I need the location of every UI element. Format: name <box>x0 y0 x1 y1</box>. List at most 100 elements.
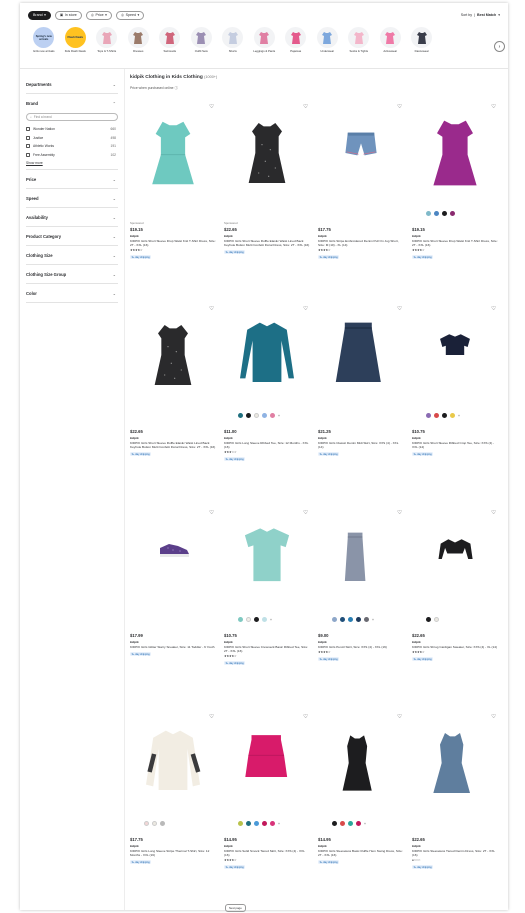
color-swatch[interactable] <box>348 821 353 826</box>
facet-item[interactable]: Color ⌄ <box>26 284 118 303</box>
color-swatch[interactable] <box>332 617 337 622</box>
facet-brand[interactable]: Brand ⌃ <box>26 94 118 113</box>
color-swatch[interactable] <box>254 413 259 418</box>
category-item[interactable]: Dancewear <box>406 27 438 63</box>
product-card[interactable]: ♡ Sponsored $22.65 kidpik KIDPIK Girls Short… <box>224 104 310 304</box>
product-image[interactable] <box>412 516 498 602</box>
color-swatch[interactable] <box>246 821 251 826</box>
color-swatch[interactable] <box>426 211 431 216</box>
product-title[interactable]: KIDPIK Girls Classic Denim Midi Skirt, S… <box>318 441 404 449</box>
product-card[interactable]: ♡ $17.75 kidpik KIDPIK Girls Stripe Embroid… <box>318 104 404 304</box>
product-image[interactable] <box>412 312 498 398</box>
more-colors-indicator[interactable]: + <box>372 618 374 622</box>
product-image[interactable] <box>224 720 310 806</box>
product-card[interactable]: ♡ + $14.95 kidpik KIDPIK Girls Solid Smock T… <box>224 714 310 913</box>
color-swatch[interactable] <box>348 617 353 622</box>
product-card[interactable]: ♡ $17.99 kidpik KIDPIK Girls Glitter Starry… <box>130 510 216 710</box>
product-title[interactable]: KIDPIK Girls Short Sleeve Ribbed Crop Te… <box>412 441 498 449</box>
category-item[interactable]: Flash Deals Kids Flash Deals <box>60 27 92 63</box>
color-swatch[interactable] <box>434 413 439 418</box>
color-swatch[interactable] <box>254 617 259 622</box>
product-image[interactable] <box>130 312 216 398</box>
product-title[interactable]: KIDPIK Girls Short Sleeve Crewneck Basic… <box>224 645 310 653</box>
more-colors-indicator[interactable]: + <box>458 414 460 418</box>
facet-item[interactable]: Product Category ⌄ <box>26 227 118 246</box>
color-swatch[interactable] <box>270 821 275 826</box>
category-item[interactable]: Leggings & Pants <box>249 27 281 63</box>
color-swatch[interactable] <box>262 617 267 622</box>
facet-item[interactable]: Speed ⌄ <box>26 189 118 208</box>
show-more-link[interactable]: Show more <box>26 161 118 165</box>
color-swatch[interactable] <box>238 821 243 826</box>
color-swatch[interactable] <box>238 617 243 622</box>
color-swatch[interactable] <box>332 821 337 826</box>
product-title[interactable]: KIDPIK Girls Shrug Cardigan Sweater, Siz… <box>412 645 498 649</box>
product-image[interactable] <box>224 516 310 602</box>
product-card[interactable]: ♡ Sponsored $19.15 kidpik KIDPIK Girls Short… <box>130 104 216 304</box>
speed-filter-chip[interactable]: ◎ Speed ▾ <box>115 10 145 20</box>
product-title[interactable]: KIDPIK Girls Short Sleeve Ruffle Elastic… <box>130 441 216 449</box>
color-swatch[interactable] <box>356 617 361 622</box>
product-card[interactable]: ♡ $22.65 kidpik KIDPIK Girls Short Sleeve R… <box>130 306 216 506</box>
product-image[interactable] <box>130 516 216 602</box>
more-colors-indicator[interactable]: + <box>364 822 366 826</box>
product-title[interactable]: KIDPIK Girls Glitter Starry Sneaker, Siz… <box>130 645 216 649</box>
product-title[interactable]: KIDPIK Girls Short Sleeve Ruffle Elastic… <box>224 239 310 247</box>
more-colors-indicator[interactable]: + <box>270 618 272 622</box>
product-image[interactable] <box>412 110 498 196</box>
color-swatch[interactable] <box>434 617 439 622</box>
color-swatch[interactable] <box>442 211 447 216</box>
product-card[interactable]: ♡ $19.15 kidpik KIDPIK Girls Short Sleeve D… <box>412 104 498 304</box>
category-item[interactable]: Swimsuits <box>154 27 186 63</box>
product-card[interactable]: ♡ $22.65 kidpik KIDPIK Girls Sleeveless Tie… <box>412 714 498 913</box>
product-title[interactable]: KIDPIK Girls Solid Smock Tiered Skirt, S… <box>224 849 310 857</box>
product-image[interactable] <box>318 312 404 398</box>
product-card[interactable]: ♡ + $11.00 kidpik KIDPIK Girls Long Sleeve R… <box>224 306 310 506</box>
product-card[interactable]: ♡ $17.75 kidpik KIDPIK Girls Long Sleeve St… <box>130 714 216 913</box>
color-swatch[interactable] <box>262 821 267 826</box>
brand-search-input[interactable]: ⌕ Find a brand <box>26 113 118 121</box>
in-store-filter-chip[interactable]: ▣ In store <box>54 10 82 20</box>
brand-option[interactable]: Athletic Works 191 <box>26 142 118 151</box>
product-image[interactable] <box>318 720 404 806</box>
product-card[interactable]: ♡ $21.25 kidpik KIDPIK Girls Classic Denim … <box>318 306 404 506</box>
product-title[interactable]: KIDPIK Girls Short Sleeve Drop Waist Kni… <box>130 239 216 247</box>
color-swatch[interactable] <box>152 821 157 826</box>
category-item[interactable]: Dresses <box>123 27 155 63</box>
product-title[interactable]: KIDPIK Girls Long Sleeve Stripe Thermal … <box>130 849 216 857</box>
checkbox[interactable] <box>26 135 30 140</box>
checkbox[interactable] <box>26 152 30 157</box>
color-swatch[interactable] <box>270 413 275 418</box>
product-image[interactable] <box>130 110 216 196</box>
category-item[interactable]: Pajamas <box>280 27 312 63</box>
facet-item[interactable]: Availability ⌄ <box>26 208 118 227</box>
product-title[interactable]: KIDPIK Girls Pencil Skirt, Size: XXS (4)… <box>318 645 404 649</box>
price-filter-chip[interactable]: ◎ Price ▾ <box>85 10 112 20</box>
color-swatch[interactable] <box>434 211 439 216</box>
carousel-next-button[interactable]: › <box>494 41 505 52</box>
product-image[interactable] <box>318 516 404 602</box>
color-swatch[interactable] <box>426 617 431 622</box>
category-item[interactable]: Activewear <box>375 27 407 63</box>
color-swatch[interactable] <box>340 617 345 622</box>
product-title[interactable]: KIDPIK Girls Sleeveless Tiered Denim Dre… <box>412 849 498 857</box>
brand-option[interactable]: Justice 498 <box>26 134 118 143</box>
product-image[interactable] <box>224 110 310 196</box>
facet-item[interactable]: Price ⌄ <box>26 170 118 189</box>
color-swatch[interactable] <box>238 413 243 418</box>
color-swatch[interactable] <box>246 413 251 418</box>
category-item[interactable]: Outfit Sets <box>186 27 218 63</box>
brand-option[interactable]: Free Assembly 102 <box>26 151 118 160</box>
color-swatch[interactable] <box>442 413 447 418</box>
color-swatch[interactable] <box>364 617 369 622</box>
product-title[interactable]: KIDPIK Girls Short Sleeve Drop Waist Kni… <box>412 239 498 247</box>
more-colors-indicator[interactable]: + <box>278 414 280 418</box>
color-swatch[interactable] <box>160 821 165 826</box>
color-swatch[interactable] <box>426 413 431 418</box>
color-swatch[interactable] <box>340 821 345 826</box>
category-item[interactable]: Socks & Tights <box>343 27 375 63</box>
product-card[interactable]: ♡ + $9.00 kidpik KIDPIK Girls Pencil Skirt, … <box>318 510 404 710</box>
product-image[interactable] <box>412 720 498 806</box>
checkbox[interactable] <box>26 127 30 132</box>
brand-filter-chip[interactable]: Brand ▾ <box>28 10 51 20</box>
